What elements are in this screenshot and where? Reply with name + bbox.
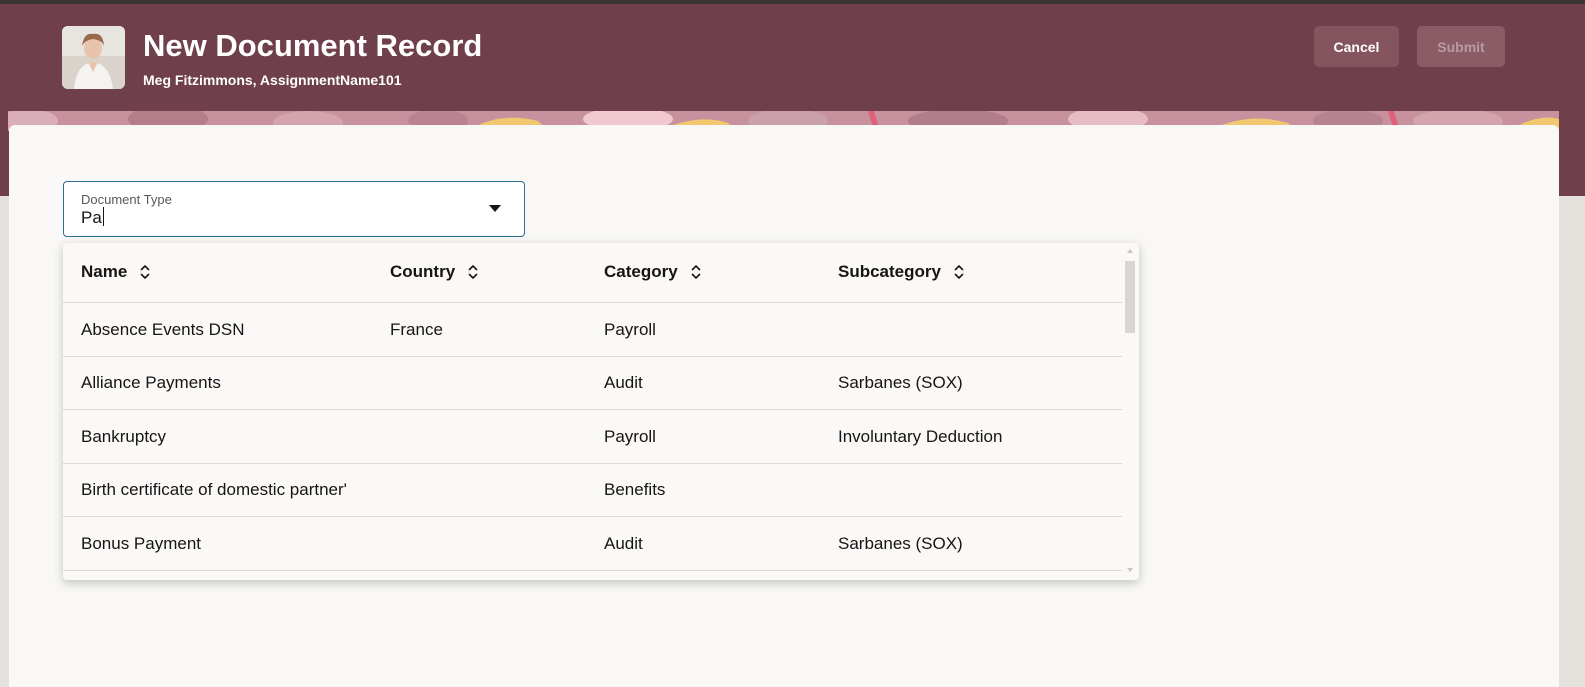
document-type-input[interactable]: Pa [81, 207, 105, 228]
page-subtitle: Meg Fitzimmons, AssignmentName101 [143, 72, 402, 88]
column-header-category[interactable]: Category [604, 262, 702, 282]
table-row[interactable]: Bankruptcy Payroll Involuntary Deduction [63, 410, 1122, 464]
table-header: Name Country Category Subcategory [63, 243, 1122, 303]
column-header-country[interactable]: Country [390, 262, 479, 282]
cell-name: Bankruptcy [81, 427, 167, 446]
cell-subcategory: Sarbanes (SOX) [838, 534, 963, 553]
cell-category: Audit [604, 534, 643, 553]
page-title: New Document Record [143, 28, 483, 63]
document-type-input-text: Pa [81, 208, 102, 227]
column-header-name[interactable]: Name [81, 262, 151, 282]
cell-category: Benefits [604, 480, 666, 499]
sort-icon[interactable] [690, 263, 702, 281]
cell-country: France [390, 320, 443, 339]
column-header-subcategory[interactable]: Subcategory [838, 262, 965, 282]
cell-name: Birth certificate of domestic partner' [81, 480, 347, 499]
submit-button[interactable]: Submit [1417, 26, 1505, 67]
table-row[interactable]: Absence Events DSN France Payroll [63, 303, 1122, 357]
column-header-label: Category [604, 262, 678, 281]
dropdown-scrollbar[interactable] [1122, 243, 1139, 580]
table-row[interactable]: Alliance Payments Audit Sarbanes (SOX) [63, 356, 1122, 410]
cell-subcategory: Involuntary Deduction [838, 427, 1003, 446]
table-row[interactable]: Bonus Payment Audit Sarbanes (SOX) [63, 517, 1122, 571]
cell-name: Absence Events DSN [81, 320, 245, 339]
document-type-field[interactable]: Document Type Pa [63, 181, 525, 237]
cancel-button[interactable]: Cancel [1314, 26, 1399, 67]
cell-subcategory: Sarbanes (SOX) [838, 373, 963, 392]
cell-name: Bonus Payment [81, 534, 202, 553]
scroll-up-arrow-icon[interactable] [1127, 249, 1133, 253]
cell-category: Payroll [604, 427, 656, 446]
scroll-down-arrow-icon[interactable] [1127, 568, 1133, 572]
column-header-label: Name [81, 262, 128, 281]
sort-icon[interactable] [953, 263, 965, 281]
cell-name: Alliance Payments [81, 373, 221, 392]
document-type-label: Document Type [81, 192, 172, 207]
scrollbar-thumb[interactable] [1125, 261, 1135, 333]
sort-icon[interactable] [139, 263, 151, 281]
document-type-dropdown-list: Name Country Category Subcategory Absenc… [63, 243, 1139, 580]
dropdown-arrow-icon[interactable] [489, 205, 501, 212]
table-row[interactable]: Birth certificate of domestic partner' B… [63, 463, 1122, 517]
avatar [62, 26, 125, 89]
cell-category: Payroll [604, 320, 656, 339]
background-texture-left [0, 196, 9, 687]
background-texture-right [1559, 196, 1585, 687]
text-cursor [102, 207, 105, 226]
cell-category: Audit [604, 373, 643, 392]
sort-icon[interactable] [467, 263, 479, 281]
column-header-label: Country [390, 262, 456, 281]
column-header-label: Subcategory [838, 262, 941, 281]
